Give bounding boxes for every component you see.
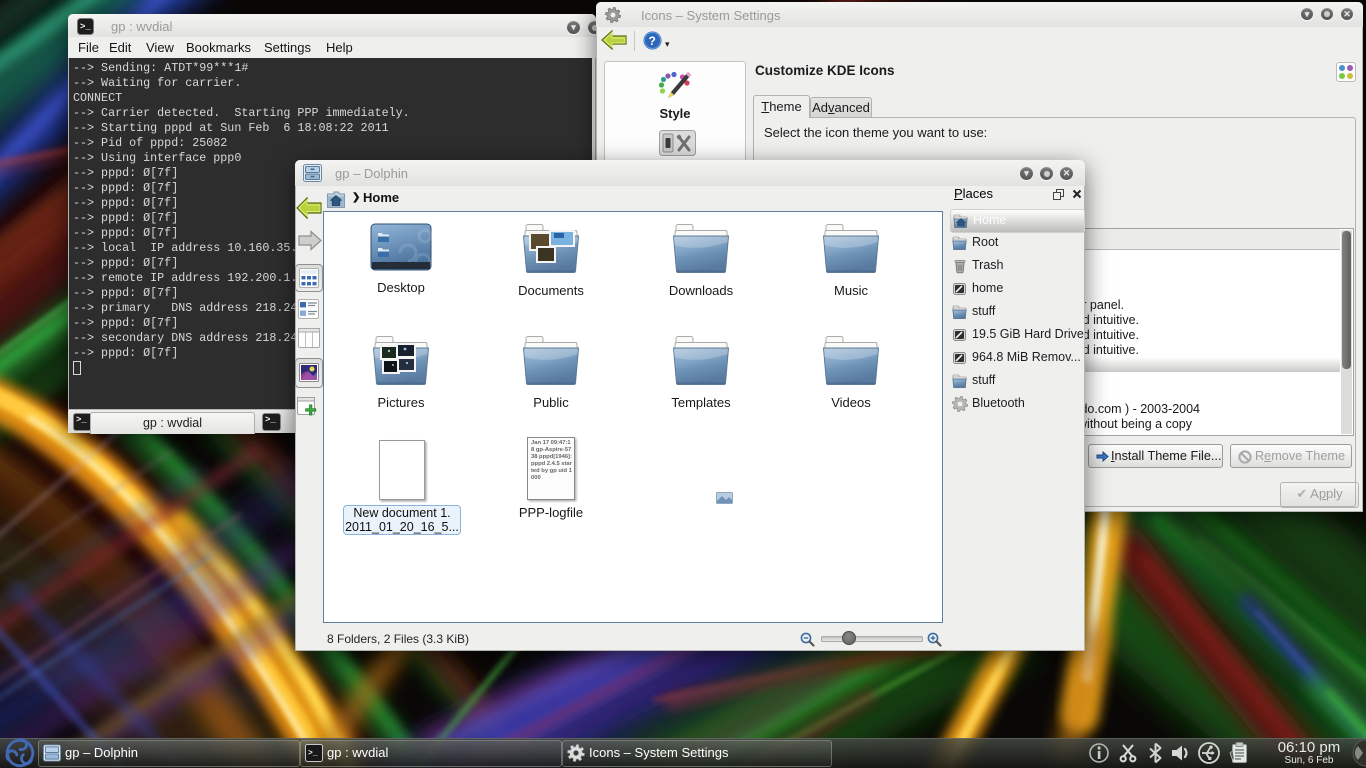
svg-text:>_: >_ (308, 749, 318, 758)
svg-text:?: ? (649, 34, 656, 48)
svg-text:>_: >_ (80, 22, 91, 32)
